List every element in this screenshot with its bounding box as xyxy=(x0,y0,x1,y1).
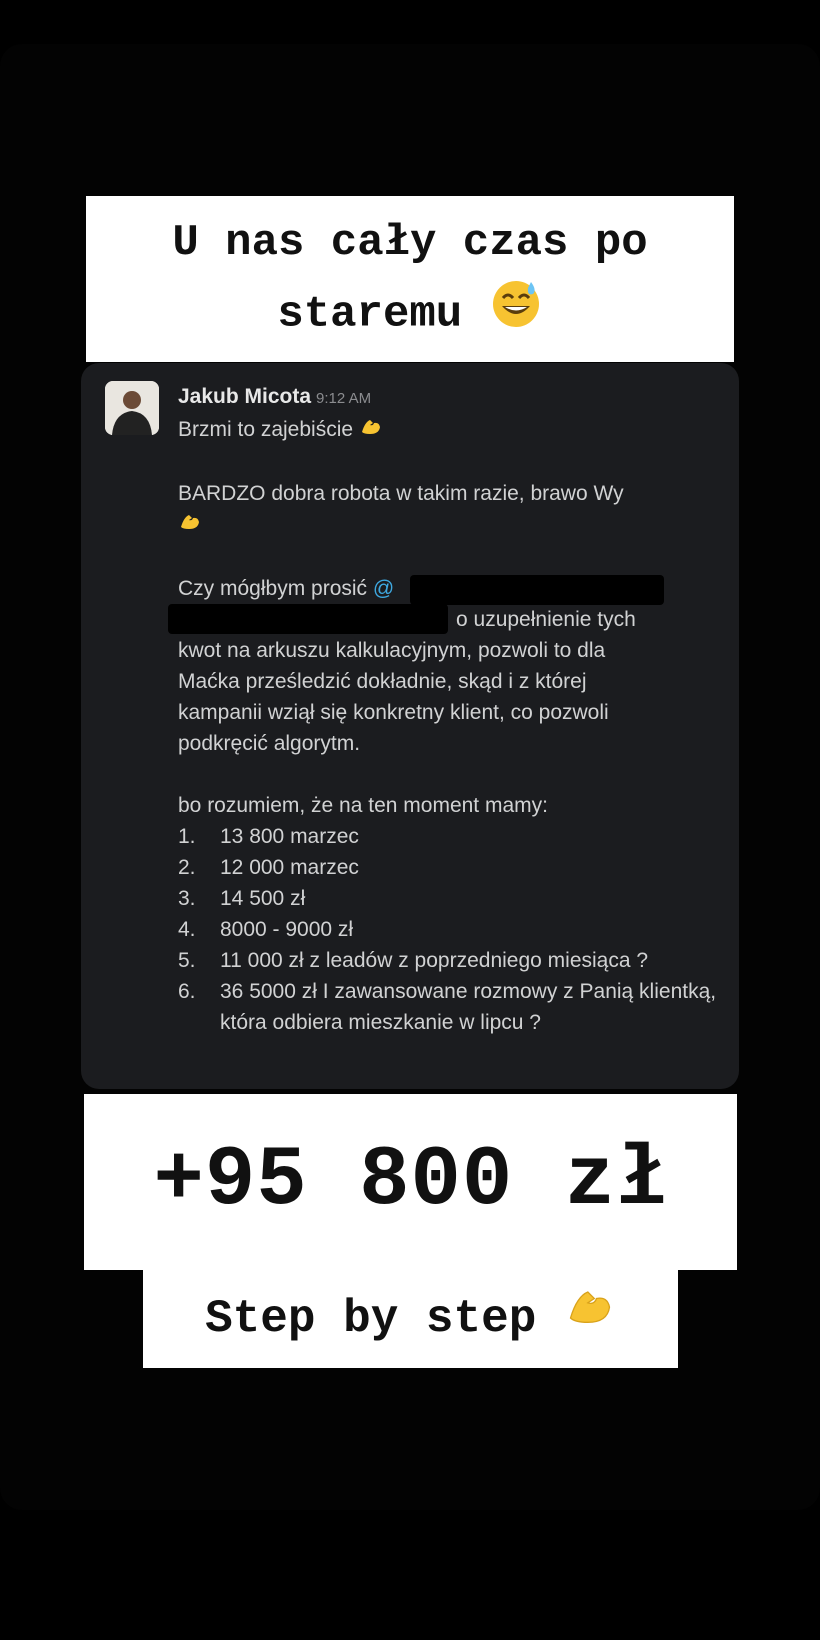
caption-top: U nas cały czas po staremu xyxy=(86,196,734,362)
list-item: 1. 13 800 marzec xyxy=(178,825,359,848)
list-intro: bo rozumiem, że na ten moment mamy: xyxy=(178,794,548,817)
message-line-7: podkręcić algorytm. xyxy=(178,732,361,755)
caption-step: Step by step xyxy=(143,1270,678,1368)
list-item: 5. 11 000 zł z leadów z poprzedniego mies… xyxy=(178,949,649,972)
message-line-3-start: Czy mógłbym prosić xyxy=(178,577,368,600)
caption-total: +95 800 zł xyxy=(84,1094,737,1270)
message-line-5: Maćka prześledzić dokładnie, skąd i z kt… xyxy=(178,670,587,693)
user-mention[interactable]: @ xyxy=(373,577,394,600)
list-item: 4. 8000 - 9000 zł xyxy=(178,918,354,941)
avatar[interactable] xyxy=(105,381,159,435)
flexed-biceps-icon xyxy=(564,1270,616,1368)
redacted-mention-cont xyxy=(168,604,448,634)
message-line-3-end: o uzupełnienie tych xyxy=(456,608,636,631)
list-item: 6. 36 5000 zł I zawansowane rozmowy z Pan… xyxy=(178,980,717,1034)
caption-step-text: Step by step xyxy=(205,1293,537,1346)
message-line-2: BARDZO dobra robota w takim razie, brawo… xyxy=(178,482,624,505)
flexed-biceps-icon xyxy=(359,414,383,447)
message-author[interactable]: Jakub Micota xyxy=(178,385,311,408)
message-body: Jakub Micota 9:12 AM Brzmi to zajebiście … xyxy=(168,381,718,1038)
message-line-1: Brzmi to zajebiście xyxy=(178,418,354,442)
amount-list: 1. 13 800 marzec 2. 12 000 marzec 3. 14 500… xyxy=(178,821,718,1038)
list-item: 3. 14 500 zł xyxy=(178,887,306,910)
sweat-smile-emoji-icon xyxy=(489,276,543,352)
slack-message-card: Jakub Micota 9:12 AM Brzmi to zajebiście … xyxy=(81,363,739,1089)
message-line-6: kampanii wziął się konkretny klient, co … xyxy=(178,701,609,724)
redacted-mention xyxy=(410,575,664,605)
caption-top-line2: staremu xyxy=(277,289,463,340)
caption-top-line1: U nas cały czas po xyxy=(172,218,648,268)
message-time[interactable]: 9:12 AM xyxy=(316,390,371,407)
flexed-biceps-icon xyxy=(178,509,202,542)
message-line-4: kwot na arkuszu kalkulacyjnym, pozwoli t… xyxy=(178,639,606,662)
list-item: 2. 12 000 marzec xyxy=(178,856,359,879)
